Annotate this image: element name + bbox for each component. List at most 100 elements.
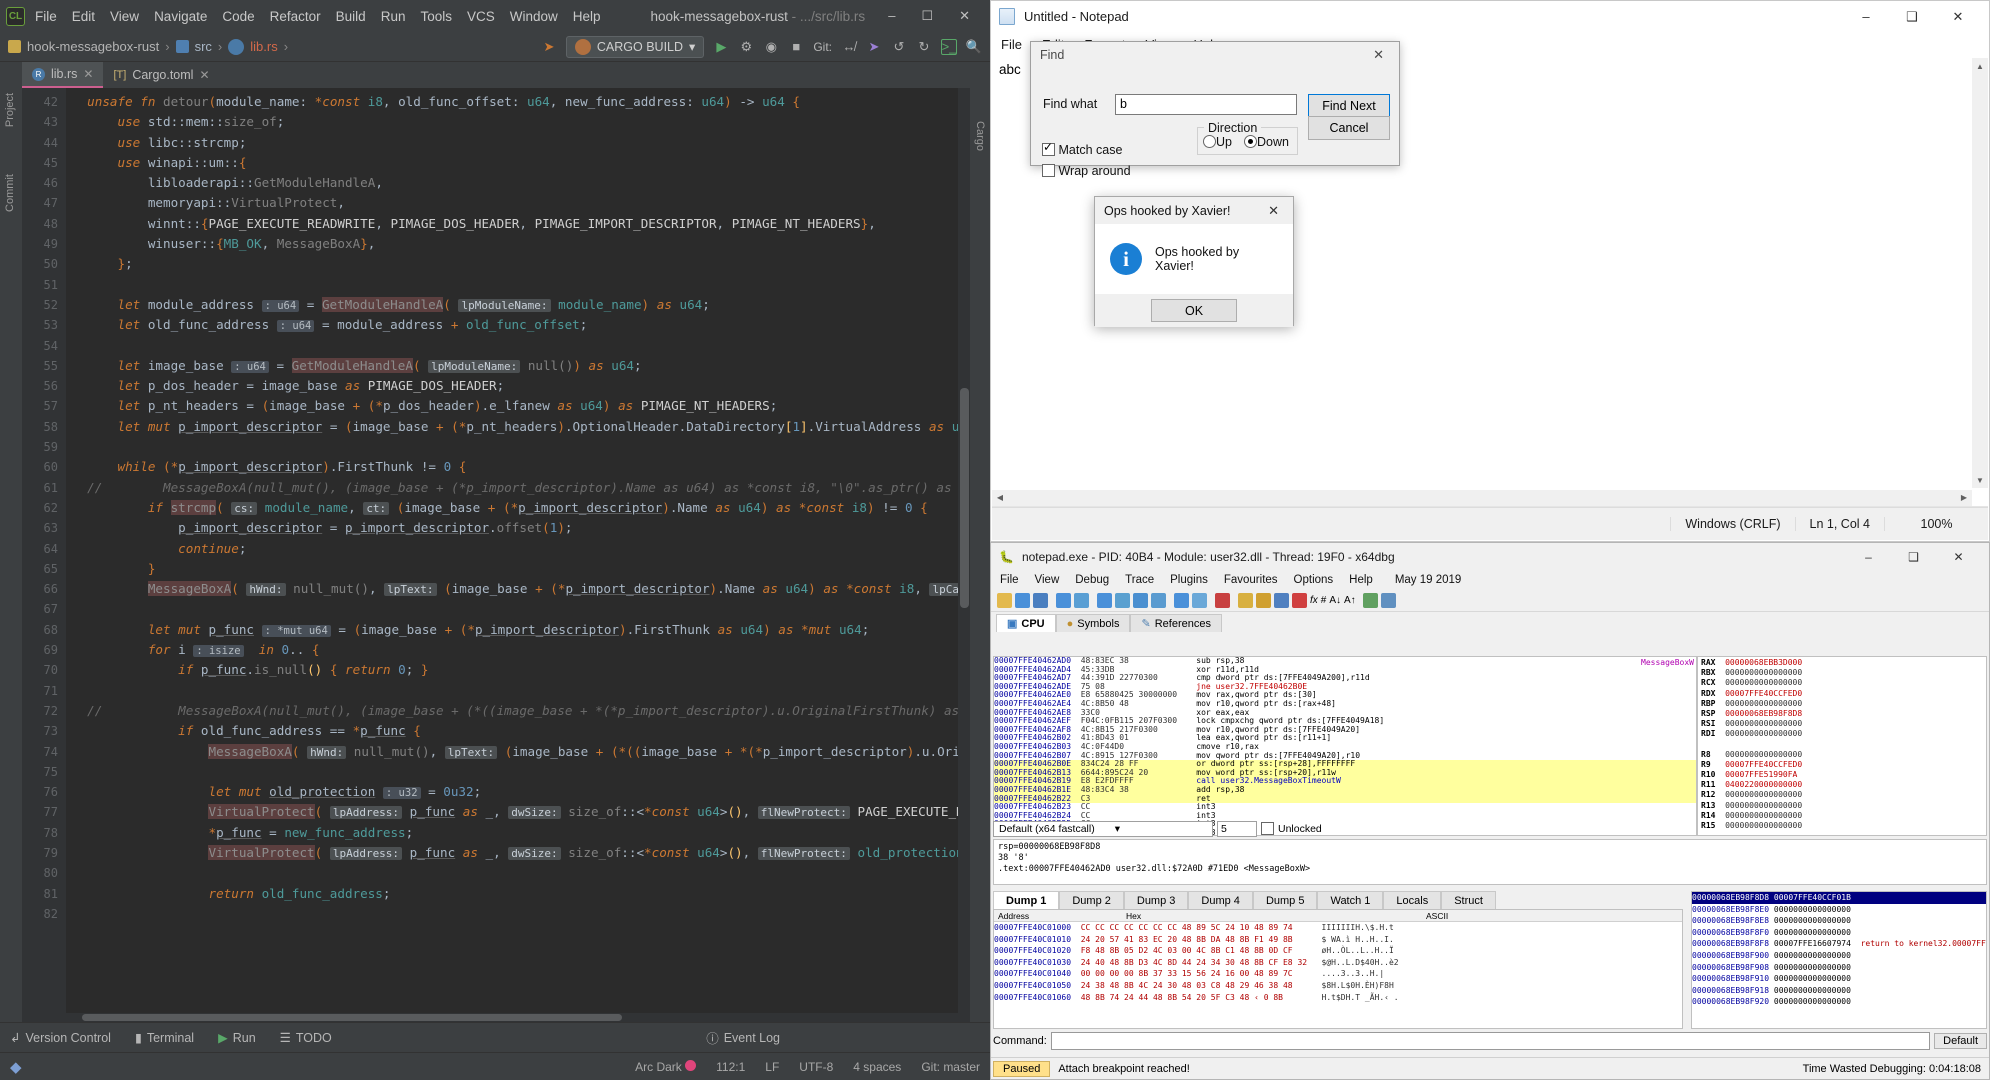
dump-row[interactable]: 00007FFE40C01000 CC CC CC CC CC CC CC 48… — [994, 922, 1682, 934]
tab-references[interactable]: ✎ References — [1130, 614, 1221, 632]
menu-view[interactable]: View — [1035, 574, 1060, 586]
menu-run[interactable]: Run — [381, 9, 406, 24]
tool-run[interactable]: ▶ Run — [218, 1030, 256, 1045]
register-row[interactable]: R12 0000000000000000 — [1701, 790, 1983, 800]
close-icon[interactable]: ✕ — [959, 8, 970, 24]
register-row[interactable]: RDI 0000000000000000 — [1701, 729, 1983, 739]
menu-window[interactable]: Window — [510, 9, 558, 24]
scrollbar-thumb[interactable] — [960, 388, 969, 608]
status-line-separator[interactable]: LF — [765, 1060, 779, 1074]
code-line[interactable]: MessageBoxA( hWnd: null_mut(), lpText: (… — [66, 742, 970, 762]
restart-icon[interactable] — [1015, 593, 1030, 608]
search-icon[interactable]: 🔍 — [966, 39, 982, 55]
dump-row[interactable]: 00007FFE40C01030 24 40 48 8B D3 4C 8D 44… — [994, 957, 1682, 969]
chevron-down-icon[interactable]: ▾ — [689, 39, 695, 54]
notepad-vertical-scrollbar[interactable]: ▲ ▼ — [1972, 58, 1988, 488]
code-line[interactable]: // MessageBoxA(null_mut(), (image_base +… — [66, 701, 970, 721]
maximize-icon[interactable]: ☐ — [921, 8, 933, 24]
graph-icon[interactable] — [1363, 593, 1378, 608]
dump-tab[interactable]: Locals — [1383, 891, 1441, 909]
close-icon[interactable]: ✕ — [1936, 543, 1981, 570]
disassembly-pane[interactable]: 00007FFE40462AD0 48:83EC 38 sub rsp,38 00… — [993, 656, 1697, 836]
find-what-input[interactable]: b — [1115, 94, 1297, 115]
breadcrumb-src[interactable]: src — [195, 39, 212, 54]
tool-todo[interactable]: ☰ TODO — [280, 1030, 332, 1045]
chevron-down-icon[interactable]: ▾ — [1115, 823, 1120, 835]
register-row[interactable]: RSP 00000068EB98F8D8 — [1701, 709, 1983, 719]
register-row[interactable]: R10 00007FFE51990FA — [1701, 770, 1983, 780]
code-line[interactable]: let image_base : u64 = GetModuleHandleA(… — [66, 356, 970, 376]
code-line[interactable] — [66, 437, 970, 457]
menu-help[interactable]: Help — [1349, 574, 1373, 586]
options-icon[interactable] — [1381, 593, 1396, 608]
checkbox-icon[interactable] — [1042, 164, 1055, 177]
editor-scrollbar[interactable] — [958, 88, 970, 1013]
code-line[interactable]: VirtualProtect( lpAddress: p_func as _, … — [66, 843, 970, 863]
ok-button[interactable]: OK — [1151, 299, 1237, 322]
debug-icon[interactable]: ⚙ — [738, 39, 754, 55]
code-line[interactable]: let mut p_import_descriptor = (image_bas… — [66, 417, 970, 437]
dump-tab[interactable]: Dump 1 — [993, 891, 1059, 909]
close-icon[interactable]: ✕ — [1367, 47, 1390, 63]
status-encoding[interactable]: UTF-8 — [799, 1060, 833, 1074]
code-line[interactable]: winnt::{PAGE_EXECUTE_READWRITE, PIMAGE_D… — [66, 214, 970, 234]
git-branch-icon[interactable]: ↮ — [841, 39, 857, 55]
tool-version-control[interactable]: ↲ Version Control — [10, 1030, 111, 1045]
status-theme[interactable]: Arc Dark — [635, 1060, 696, 1074]
maximize-icon[interactable]: ❑ — [1889, 1, 1935, 32]
run-icon[interactable] — [1056, 593, 1071, 608]
close-icon[interactable]: ✕ — [1263, 203, 1284, 219]
register-row[interactable]: R13 0000000000000000 — [1701, 801, 1983, 811]
pause-icon[interactable] — [1074, 593, 1089, 608]
code-line[interactable] — [66, 275, 970, 295]
maximize-icon[interactable]: ❑ — [1891, 543, 1936, 570]
dump-pane[interactable]: Address Hex ASCII 00007FFE40C01000 CC CC… — [993, 909, 1683, 1029]
code-line[interactable]: winuser::{MB_OK, MessageBoxA}, — [66, 234, 970, 254]
register-row[interactable]: R9 00007FFE40CCFED0 — [1701, 760, 1983, 770]
tab-cpu[interactable]: ▣ CPU — [996, 614, 1056, 632]
step-into-icon[interactable] — [1097, 593, 1112, 608]
run-icon[interactable]: ▶ — [713, 39, 729, 55]
tool-terminal[interactable]: ▮ Terminal — [135, 1030, 194, 1045]
menu-debug[interactable]: Debug — [1075, 574, 1109, 586]
code-line[interactable]: let p_nt_headers = (image_base + (*p_dos… — [66, 396, 970, 416]
register-row[interactable]: R11 0400220000000000 — [1701, 780, 1983, 790]
code-line[interactable]: use winapi::um::{ — [66, 153, 970, 173]
close-icon[interactable]: ✕ — [83, 67, 93, 81]
dump-tab[interactable]: Dump 4 — [1188, 891, 1253, 909]
dump-row[interactable]: 00007FFE40C01010 24 20 57 41 83 EC 20 48… — [994, 934, 1682, 946]
code-line[interactable]: return old_func_address; — [66, 884, 970, 904]
code-line[interactable]: if old_func_address == *p_func { — [66, 721, 970, 741]
stack-row[interactable]: 00000068EB98F910 0000000000000000 — [1692, 973, 1986, 985]
tool-event-log[interactable]: ⓘ Event Log — [706, 1028, 780, 1047]
pencil-icon[interactable] — [1238, 593, 1253, 608]
menu-code[interactable]: Code — [222, 9, 254, 24]
stack-row[interactable]: 00000068EB98F920 0000000000000000 — [1692, 996, 1986, 1008]
command-default-button[interactable]: Default — [1934, 1033, 1987, 1049]
register-row[interactable] — [1701, 740, 1983, 750]
radio-selected-icon[interactable] — [1244, 135, 1257, 148]
dump-tab[interactable]: Dump 5 — [1253, 891, 1318, 909]
stack-row[interactable]: 00000068EB98F8F0 0000000000000000 — [1692, 927, 1986, 939]
menu-favourites[interactable]: Favourites — [1224, 574, 1278, 586]
step-out-icon[interactable] — [1133, 593, 1148, 608]
scroll-right-icon[interactable]: ▶ — [1956, 490, 1972, 506]
code-line[interactable] — [66, 904, 970, 924]
register-row[interactable]: RSI 0000000000000000 — [1701, 719, 1983, 729]
checkbox-checked-icon[interactable] — [1042, 143, 1055, 156]
execute-till-return-icon[interactable] — [1174, 593, 1189, 608]
code-line[interactable]: let mut old_protection : u32 = 0u32; — [66, 782, 970, 802]
register-row[interactable]: RDX 00007FFE40CCFED0 — [1701, 689, 1983, 699]
tab-lib-rs[interactable]: R lib.rs ✕ — [22, 62, 103, 88]
code-line[interactable]: p_import_descriptor = p_import_descripto… — [66, 518, 970, 538]
menu-build[interactable]: Build — [336, 9, 366, 24]
radio-icon[interactable] — [1203, 135, 1216, 148]
code-content[interactable]: unsafe fn detour(module_name: *const i8,… — [66, 88, 970, 1013]
cancel-button[interactable]: Cancel — [1308, 116, 1390, 140]
command-input[interactable] — [1051, 1032, 1930, 1050]
menu-help[interactable]: Help — [573, 9, 601, 24]
code-line[interactable] — [66, 863, 970, 883]
code-line[interactable] — [66, 681, 970, 701]
code-line[interactable]: // MessageBoxA(null_mut(), (image_base +… — [66, 478, 970, 498]
register-row[interactable]: RBX 0000000000000000 — [1701, 668, 1983, 678]
